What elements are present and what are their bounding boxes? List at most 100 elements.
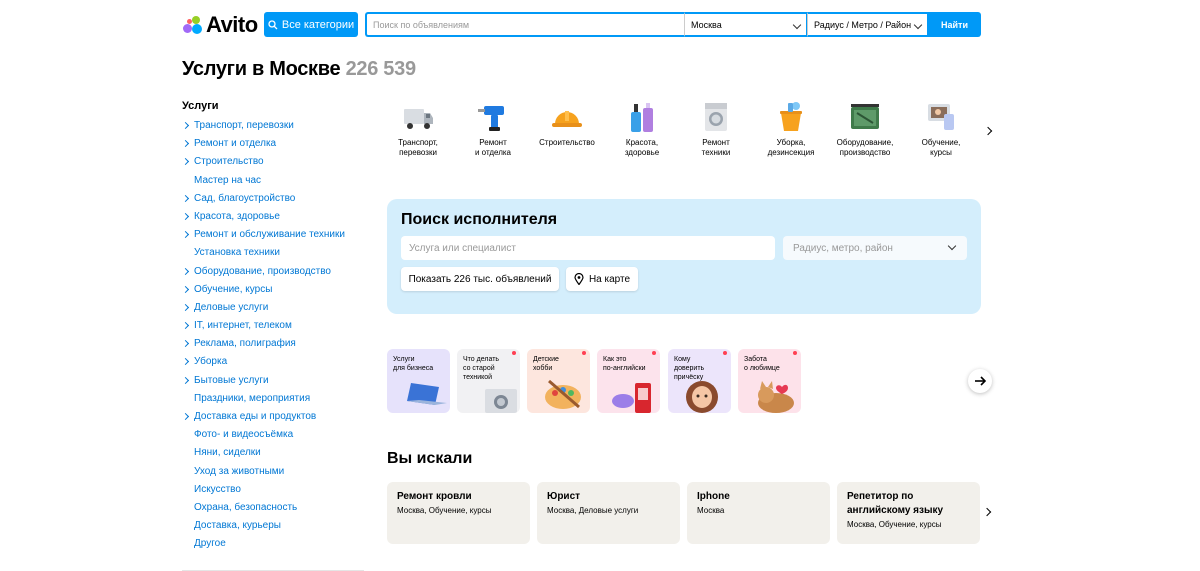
sidebar-item[interactable]: Другое (182, 537, 364, 555)
logo-text: Avito (206, 12, 258, 37)
recent-search-meta: Москва, Обучение, курсы (397, 506, 492, 515)
sidebar-item-label: Охрана, безопасность (194, 501, 298, 513)
unread-dot (793, 351, 797, 355)
recent-search-card[interactable]: Репетитор по английскому языку Москва, О… (837, 482, 980, 544)
sidebar-item[interactable]: Фото- и видеосъёмка (182, 428, 364, 446)
city-value: Москва (691, 19, 722, 30)
chevron-right-icon (181, 376, 190, 384)
chevron-right-icon (181, 121, 190, 130)
sidebar-item[interactable]: Ремонт и обслуживание техники (181, 228, 364, 246)
story-card[interactable]: Что делать со старой техникой (457, 349, 520, 413)
sidebar-list: Транспорт, перевозки Ремонт и отделка Стро… (181, 119, 364, 556)
sidebar-item[interactable]: Установка техники (182, 246, 364, 264)
sidebar-item-label: Обучение, курсы (194, 283, 273, 295)
chevron-down-icon (792, 20, 802, 30)
sidebar-item[interactable]: Красота, здоровье (181, 210, 364, 228)
sidebar-item-label: Строительство (194, 156, 264, 168)
sidebar-item[interactable]: Реклама, полиграфия (181, 337, 364, 355)
recent-searches-next-arrow-icon[interactable] (982, 507, 992, 517)
story-card[interactable]: Забота о любимце (738, 349, 801, 413)
recent-search-card[interactable]: Юрист Москва, Деловые услуги (537, 482, 680, 544)
chevron-right-icon (181, 322, 190, 330)
city-select[interactable]: Москва (684, 12, 808, 37)
category-tile-education[interactable]: Обучение, курсы (910, 100, 972, 158)
sidebar-item[interactable]: Охрана, безопасность (182, 501, 364, 519)
sidebar-item[interactable]: Мастер на час (182, 174, 364, 192)
sidebar-item[interactable]: IT, интернет, телеком (181, 319, 364, 337)
arrow-right-icon (975, 376, 987, 386)
sidebar-item[interactable]: Обучение, курсы (181, 283, 364, 301)
story-card[interactable]: Детские хобби (527, 349, 590, 413)
chevron-right-icon (181, 340, 190, 348)
sidebar-item[interactable]: Доставка, курьеры (182, 519, 364, 537)
sidebar-item-label: Оборудование, производство (194, 265, 331, 277)
category-label: Транспорт, перевозки (398, 138, 438, 157)
categories-next-arrow-icon[interactable] (983, 126, 993, 136)
category-label: Обучение, курсы (921, 138, 961, 157)
recent-search-card[interactable]: Ремонт кровли Москва, Обучение, курсы (387, 482, 530, 544)
sidebar-item[interactable]: Деловые услуги (181, 301, 364, 319)
sidebar-item[interactable]: Доставка еды и продуктов (181, 410, 364, 428)
recent-search-query: Ремонт кровли (397, 491, 472, 502)
sidebar-item[interactable]: Ремонт и отделка (181, 137, 364, 155)
page-title-text: Услуги в Москве (182, 58, 341, 80)
all-categories-button[interactable]: Все категории (264, 12, 358, 37)
story-title: Забота о любимце (744, 356, 780, 372)
sidebar-item[interactable]: Бытовые услуги (181, 374, 364, 392)
service-search-input[interactable]: Услуга или специалист (401, 236, 775, 260)
sidebar-item[interactable]: Строительство (181, 155, 364, 173)
category-tile-equipment[interactable]: Оборудование, производство (834, 100, 896, 158)
executor-radius-select[interactable]: Радиус, метро, район (783, 236, 967, 260)
chevron-right-icon (181, 231, 190, 239)
search-placeholder: Поиск по объявлениям (373, 19, 470, 30)
cleaning-bucket-icon (774, 100, 808, 134)
recent-search-query: Iphone (697, 491, 730, 502)
executor-search-title: Поиск исполнителя (401, 211, 558, 228)
unread-dot (582, 351, 586, 355)
sidebar-item-label: Сад, благоустройство (194, 192, 296, 204)
washing-machine-icon (699, 100, 733, 134)
category-tile-appliance-repair[interactable]: Ремонт техники (685, 100, 747, 158)
story-card[interactable]: Кому доверить причёску (668, 349, 731, 413)
sidebar-item[interactable]: Оборудование, производство (181, 265, 364, 283)
recent-search-card[interactable]: Iphone Москва (687, 482, 830, 544)
sidebar-item[interactable]: Транспорт, перевозки (181, 119, 364, 137)
radius-select[interactable]: Радиус / Метро / Район (807, 12, 929, 37)
avito-logo[interactable]: Avito (182, 12, 258, 37)
sidebar-item-label: Уборка (194, 356, 228, 368)
page-title: Услуги в Москве 226 539 (182, 58, 416, 81)
sidebar-item[interactable]: Няни, сиделки (182, 446, 364, 464)
washer-icon (485, 389, 517, 413)
on-map-button[interactable]: На карте (566, 267, 638, 291)
category-label: Строительство (539, 138, 595, 147)
category-tile-transport[interactable]: Транспорт, перевозки (387, 100, 449, 158)
category-label: Ремонт техники (701, 138, 731, 157)
sidebar-item[interactable]: Уход за животными (182, 465, 364, 483)
find-button[interactable]: Найти (928, 12, 981, 37)
show-listings-button[interactable]: Показать 226 тыс. объявлений (401, 267, 559, 291)
story-title: Детские хобби (533, 356, 559, 372)
chevron-right-icon (181, 212, 190, 220)
radius-value: Радиус / Метро / Район (814, 19, 912, 30)
sidebar-item[interactable]: Сад, благоустройство (181, 192, 364, 210)
category-tile-cleaning[interactable]: Уборка, дезинсекция (760, 100, 822, 158)
sidebar-item-label: Доставка, курьеры (194, 520, 281, 532)
story-card[interactable]: Как это по-английски (597, 349, 660, 413)
phone-booth-icon (612, 383, 651, 413)
chevron-down-icon (913, 20, 923, 30)
category-label: Уборка, дезинсекция (767, 138, 815, 157)
all-categories-label: Все категории (281, 18, 355, 31)
map-pin-icon (574, 273, 584, 285)
sidebar-item[interactable]: Уборка (181, 355, 364, 373)
story-title: Как это по-английски (603, 356, 646, 372)
sidebar-item-label: Мастер на час (194, 174, 262, 186)
sidebar-item[interactable]: Искусство (182, 483, 364, 501)
stories-next-button[interactable] (968, 369, 992, 393)
category-tile-beauty[interactable]: Красота, здоровье (611, 100, 673, 158)
category-tile-construction[interactable]: Строительство (536, 100, 598, 148)
unread-dot (652, 351, 656, 355)
story-title: Кому доверить причёску (674, 356, 705, 381)
category-tile-repair[interactable]: Ремонт и отделка (462, 100, 524, 158)
story-card[interactable]: Услуги для бизнеса (387, 349, 450, 413)
sidebar-item[interactable]: Праздники, мероприятия (182, 392, 364, 410)
